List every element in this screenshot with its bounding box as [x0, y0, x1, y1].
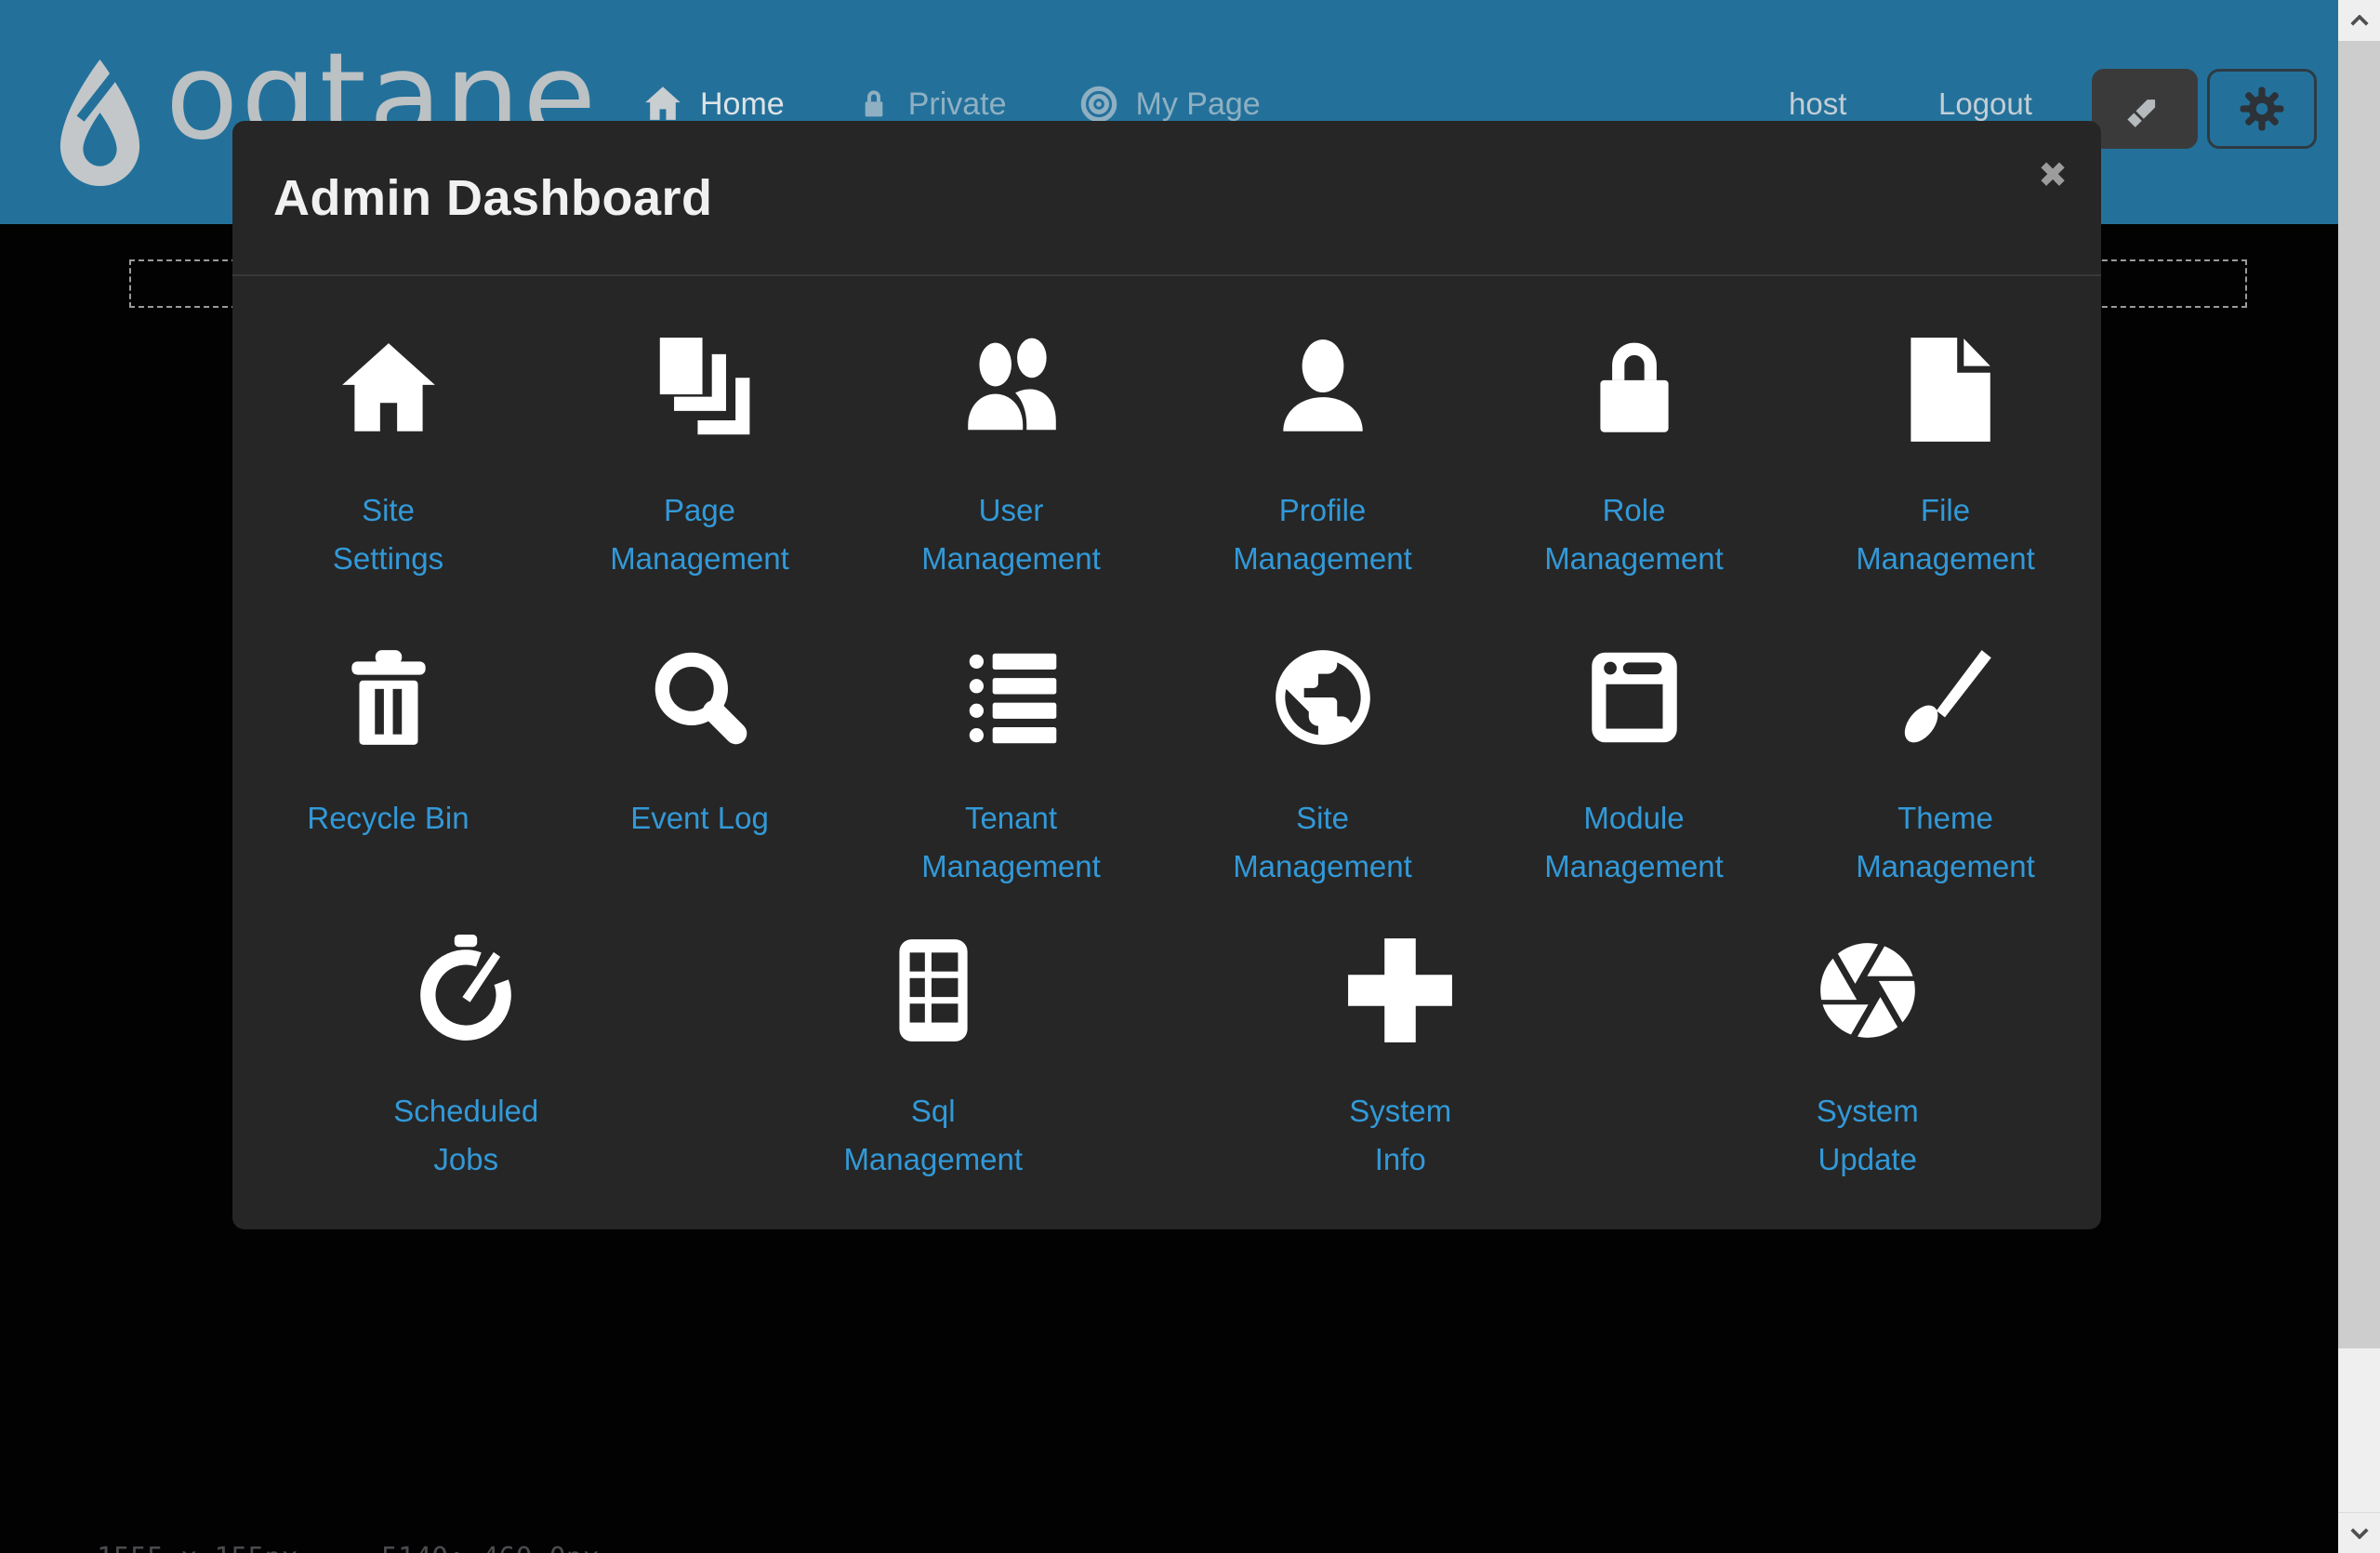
admin-tile-site-management[interactable]: Site Management	[1167, 638, 1478, 891]
footer-clipped-text: 1555 x 155px 5140: 460 0px	[0, 1541, 2338, 1553]
scroll-down-button[interactable]	[2338, 1512, 2380, 1553]
admin-tile-recycle-bin[interactable]: Recycle Bin	[232, 638, 544, 891]
list-icon	[955, 641, 1068, 754]
admin-tile-module-management[interactable]: Module Management	[1478, 638, 1790, 891]
medical-cross-icon	[1343, 934, 1457, 1047]
tile-label: User Management	[921, 486, 1101, 583]
footer-fragment: 5140: 460 0px	[381, 1542, 600, 1553]
admin-tile-theme-management[interactable]: Theme Management	[1790, 638, 2101, 891]
nav-item-label: Home	[700, 86, 785, 123]
home-icon	[641, 83, 684, 126]
tile-label: Tenant Management	[921, 794, 1101, 891]
brush-icon	[1889, 641, 2003, 754]
admin-tile-file-management[interactable]: File Management	[1790, 330, 2101, 583]
globe-icon	[1266, 641, 1380, 754]
admin-tile-role-management[interactable]: Role Management	[1478, 330, 1790, 583]
tile-row-2: Recycle Bin Event Log Tenant Management …	[232, 638, 2101, 891]
file-icon	[1889, 333, 2003, 446]
footer-fragment: 1555 x 155px	[97, 1542, 298, 1553]
tile-row-1: Site Settings Page Management User Manag…	[232, 330, 2101, 583]
target-icon	[1078, 83, 1120, 126]
tile-label: File Management	[1856, 486, 2035, 583]
lock-icon	[1578, 333, 1691, 446]
page: oqtane Home Private My Page host Logout	[0, 0, 2380, 1553]
layers-icon	[643, 333, 757, 446]
nav-item-my-page[interactable]: My Page	[1078, 83, 1261, 126]
nav-item-private[interactable]: Private	[855, 86, 1007, 123]
scrollbar-thumb[interactable]	[2338, 41, 2380, 1348]
tile-label: System Update	[1817, 1087, 1919, 1184]
oqtane-drop-icon	[56, 58, 144, 190]
timer-icon	[409, 934, 522, 1047]
tile-label: Site Management	[1233, 794, 1412, 891]
vertical-scrollbar[interactable]	[2338, 0, 2380, 1553]
close-icon[interactable]: ✖	[2038, 158, 2068, 193]
nav-item-label: My Page	[1136, 86, 1261, 123]
admin-tile-event-log[interactable]: Event Log	[544, 638, 855, 891]
admin-tile-site-settings[interactable]: Site Settings	[232, 330, 544, 583]
gear-icon	[2234, 81, 2290, 137]
person-icon	[1266, 333, 1380, 446]
admin-tile-scheduled-jobs[interactable]: Scheduled Jobs	[232, 931, 700, 1184]
spreadsheet-icon	[877, 934, 990, 1047]
tile-label: Event Log	[630, 794, 769, 843]
search-icon	[643, 641, 757, 754]
aperture-icon	[1811, 934, 1924, 1047]
settings-button[interactable]	[2207, 69, 2317, 149]
browser-icon	[1578, 641, 1691, 754]
trash-icon	[332, 641, 445, 754]
tile-label: Page Management	[610, 486, 789, 583]
tile-label: Profile Management	[1233, 486, 1412, 583]
modal-title: Admin Dashboard	[273, 169, 713, 227]
scroll-up-button[interactable]	[2338, 0, 2380, 41]
tile-label: System Info	[1349, 1087, 1451, 1184]
tile-label: Module Management	[1544, 794, 1724, 891]
chevron-up-icon	[2349, 15, 2370, 27]
admin-tile-profile-management[interactable]: Profile Management	[1167, 330, 1478, 583]
admin-tile-page-management[interactable]: Page Management	[544, 330, 855, 583]
tile-label: Theme Management	[1856, 794, 2035, 891]
nav-item-home[interactable]: Home	[641, 83, 785, 126]
modal-header: Admin Dashboard ✖	[232, 121, 2101, 276]
people-icon	[955, 333, 1068, 446]
admin-tile-sql-management[interactable]: Sql Management	[700, 931, 1168, 1184]
tile-row-3: Scheduled Jobs Sql Management System Inf…	[232, 931, 2101, 1184]
tile-label: Site Settings	[333, 486, 443, 583]
admin-tile-tenant-management[interactable]: Tenant Management	[855, 638, 1167, 891]
admin-dashboard-modal: Admin Dashboard ✖ Site Settings Page Man…	[232, 121, 2101, 1229]
home-icon	[332, 333, 445, 446]
admin-tile-system-update[interactable]: System Update	[1634, 931, 2102, 1184]
pencil-icon	[2118, 82, 2172, 136]
admin-tile-system-info[interactable]: System Info	[1167, 931, 1634, 1184]
tile-label: Scheduled Jobs	[393, 1087, 538, 1184]
chevron-down-icon	[2349, 1527, 2370, 1539]
admin-tile-user-management[interactable]: User Management	[855, 330, 1167, 583]
tile-label: Role Management	[1544, 486, 1724, 583]
tile-label: Recycle Bin	[307, 794, 469, 843]
edit-mode-button[interactable]	[2092, 69, 2198, 149]
lock-icon	[855, 86, 892, 123]
nav-item-label: Private	[908, 86, 1007, 123]
tile-label: Sql Management	[843, 1087, 1023, 1184]
